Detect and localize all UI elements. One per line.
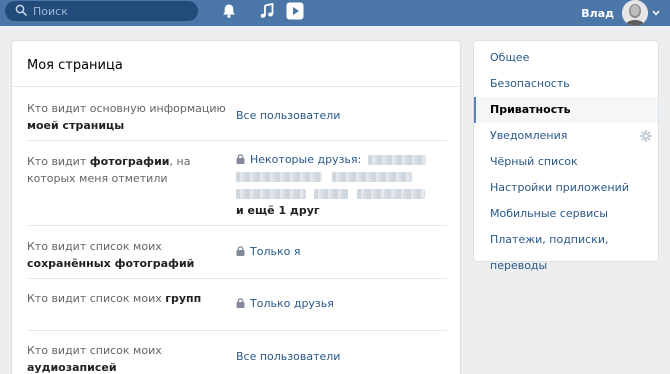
search-box[interactable] [5, 1, 198, 21]
more-friends-text[interactable]: и ещё 1 друг [236, 204, 320, 217]
search-icon [15, 4, 27, 19]
row-label: Кто видит основную информацию моей стран… [27, 102, 226, 132]
gear-icon[interactable] [640, 130, 652, 142]
privacy-value-link[interactable]: Все пользователи [236, 107, 451, 124]
lock-icon [236, 154, 245, 164]
music-icon[interactable] [258, 2, 276, 20]
page-title: Моя страница [12, 41, 460, 87]
top-bar: Влад [0, 0, 670, 26]
menu-item-payments[interactable]: Платежи, подписки, переводы [474, 227, 658, 272]
menu-item-general[interactable]: Общее [474, 45, 658, 71]
privacy-value-link[interactable]: Только я [236, 243, 451, 260]
bell-icon[interactable] [220, 2, 238, 20]
privacy-row: Кто видит основную информацию моей стран… [27, 88, 447, 141]
avatar[interactable] [622, 0, 648, 26]
blurred-friend-name [357, 189, 425, 199]
lock-icon [236, 246, 245, 256]
menu-item-notifications[interactable]: Уведомления [474, 123, 658, 149]
row-label: Кто видит фотографии, на которых меня от… [27, 155, 191, 185]
privacy-value-link[interactable]: Некоторые друзья: и ещё 1 друг [236, 151, 451, 219]
privacy-row: Кто видит список моих аудиозаписей Все п… [27, 331, 447, 374]
video-play-icon[interactable] [286, 2, 304, 20]
privacy-value-link[interactable]: Все пользователи [236, 348, 451, 365]
blurred-friend-name [313, 189, 348, 199]
lock-icon [236, 298, 245, 308]
menu-item-blacklist[interactable]: Чёрный список [474, 149, 658, 175]
row-label: Кто видит список моих групп [27, 292, 202, 305]
privacy-panel: Моя страница Кто видит основную информац… [11, 40, 461, 374]
row-label: Кто видит список моих аудиозаписей [27, 344, 162, 374]
blurred-friend-name [367, 155, 426, 165]
settings-menu: Общее Безопасность Приватность Уведомлен… [473, 40, 659, 272]
privacy-row: Кто видит список моих групп Только друзь… [27, 279, 447, 331]
menu-item-mobile-services[interactable]: Мобильные сервисы [474, 201, 658, 227]
privacy-row: Кто видит фотографии, на которых меня от… [27, 141, 447, 226]
blurred-friend-name [331, 172, 412, 182]
user-name[interactable]: Влад [581, 7, 614, 20]
user-menu[interactable]: Влад [581, 0, 660, 26]
blurred-friend-name [236, 172, 322, 182]
privacy-value-link[interactable]: Только друзья [236, 295, 451, 312]
privacy-row: Кто видит список моих сохранённых фотогр… [27, 226, 447, 279]
search-input[interactable] [33, 4, 183, 18]
row-label: Кто видит список моих сохранённых фотогр… [27, 240, 195, 270]
blurred-friend-name [236, 189, 306, 199]
chevron-down-icon[interactable] [652, 10, 660, 16]
menu-item-privacy[interactable]: Приватность [474, 97, 658, 123]
menu-item-security[interactable]: Безопасность [474, 71, 658, 97]
menu-item-app-settings[interactable]: Настройки приложений [474, 175, 658, 201]
